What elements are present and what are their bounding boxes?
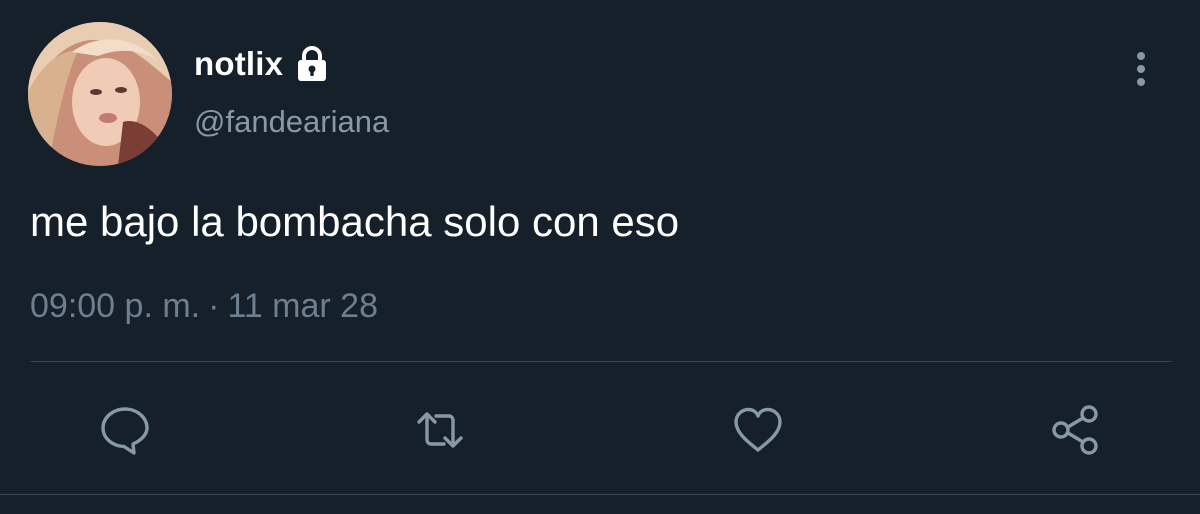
- divider: [30, 361, 1172, 362]
- vertical-dots-icon: [1137, 52, 1145, 86]
- tweet-date: 11 mar 28: [227, 287, 378, 325]
- like-button[interactable]: [730, 402, 786, 458]
- tweet-timestamp[interactable]: 09:00 p. m. · 11 mar 28: [30, 287, 378, 326]
- reply-button[interactable]: [97, 402, 153, 458]
- timestamp-separator: ·: [208, 287, 220, 325]
- tweet-text: me bajo la bombacha solo con eso: [30, 198, 680, 245]
- tweet-time: 09:00 p. m.: [30, 287, 201, 325]
- share-button[interactable]: [1048, 402, 1104, 458]
- tweet-card: notlix @fandeariana me bajo la bombacha …: [0, 0, 1200, 514]
- avatar-photo: [28, 22, 172, 166]
- retweet-arrows-icon: [417, 412, 463, 448]
- display-name-row: notlix: [194, 42, 331, 86]
- share-nodes-icon: [1052, 405, 1098, 455]
- divider: [0, 494, 1200, 495]
- more-options-button[interactable]: [1126, 50, 1156, 90]
- speech-bubble-icon: [101, 407, 149, 455]
- retweet-button[interactable]: [412, 402, 468, 458]
- user-handle[interactable]: @fandeariana: [194, 104, 389, 140]
- display-name[interactable]: notlix: [194, 45, 283, 83]
- heart-icon: [734, 407, 782, 452]
- profile-avatar[interactable]: [28, 22, 172, 166]
- lock-icon: [293, 45, 331, 83]
